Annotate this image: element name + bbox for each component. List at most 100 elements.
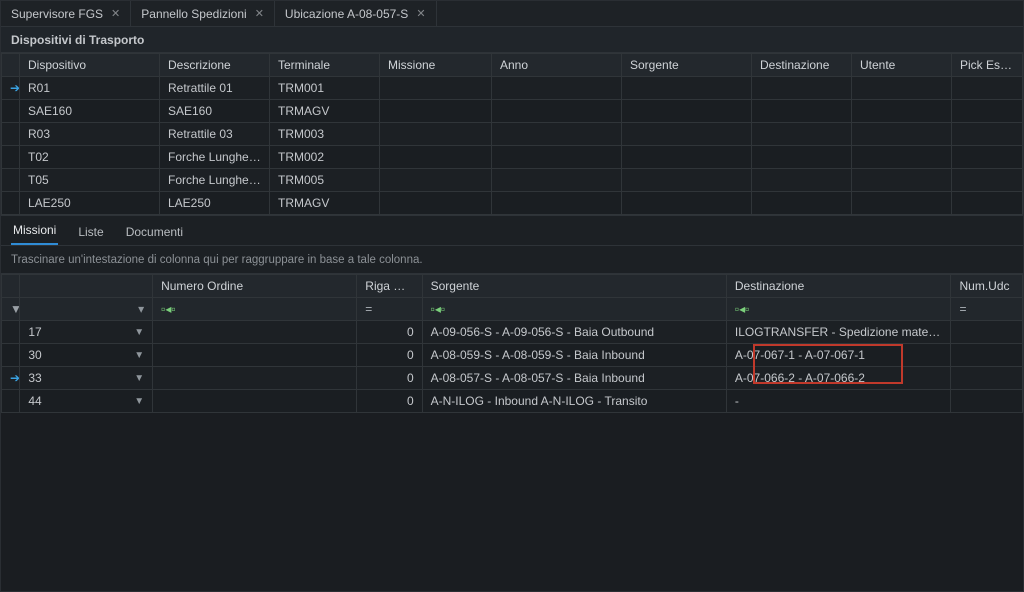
devices-cell: TRM001 — [270, 77, 380, 100]
chevron-down-icon[interactable]: ▼ — [134, 350, 144, 361]
main-tab-1[interactable]: Pannello Spedizioni ✕ — [131, 1, 275, 26]
devices-cell — [952, 100, 1023, 123]
devices-cell — [492, 123, 622, 146]
main-tab-2[interactable]: Ubicazione A-08-057-S ✕ — [275, 1, 437, 26]
filter-numudc-op[interactable]: = — [951, 298, 1023, 321]
devices-cell — [752, 123, 852, 146]
missions-table: Numero OrdineRiga OrdineSorgenteDestinaz… — [1, 274, 1023, 413]
devices-cell — [492, 169, 622, 192]
missions-sorgente: A-08-057-S - A-08-057-S - Baia Inbound — [422, 367, 726, 390]
devices-cell — [492, 192, 622, 215]
row-indicator-header — [2, 275, 20, 298]
devices-cell: Forche Lunghe 05 — [160, 169, 270, 192]
missions-riga: 0 — [357, 321, 422, 344]
missions-col-3[interactable]: Destinazione — [726, 275, 951, 298]
devices-col-2[interactable]: Terminale — [270, 54, 380, 77]
devices-cell — [492, 77, 622, 100]
filter-row: ▼▾▫◂▫=▫◂▫▫◂▫= — [2, 298, 1023, 321]
missions-col-1[interactable]: Riga Ordine — [357, 275, 422, 298]
devices-cell — [622, 100, 752, 123]
chevron-down-icon[interactable]: ▼ — [134, 373, 144, 384]
devices-cell: TRMAGV — [270, 192, 380, 215]
close-icon[interactable]: ✕ — [416, 7, 425, 20]
filter-dest-op[interactable]: ▫◂▫ — [726, 298, 951, 321]
main-tab-label: Ubicazione A-08-057-S — [285, 7, 408, 21]
devices-col-3[interactable]: Missione — [380, 54, 492, 77]
devices-cell: R01 — [20, 77, 160, 100]
missions-sorgente: A-N-ILOG - Inbound A-N-ILOG - Transito — [422, 390, 726, 413]
devices-row[interactable]: ➔R01Retrattile 01TRM001 — [2, 77, 1023, 100]
missions-ordine — [153, 321, 357, 344]
main-tabstrip: Supervisore FGS✕Pannello Spedizioni✕Ubic… — [1, 1, 1023, 27]
subtab-liste[interactable]: Liste — [76, 219, 105, 245]
row-indicator — [2, 146, 20, 169]
devices-col-4[interactable]: Anno — [492, 54, 622, 77]
devices-cell — [380, 169, 492, 192]
missions-riga: 0 — [357, 344, 422, 367]
missions-numudc — [951, 344, 1023, 367]
devices-cell — [952, 146, 1023, 169]
missions-id: 17 — [28, 325, 41, 339]
devices-cell — [752, 169, 852, 192]
devices-col-8[interactable]: Pick Eseguito — [952, 54, 1023, 77]
filter-funnel-icon[interactable]: ▼ — [2, 298, 20, 321]
subtab-documenti[interactable]: Documenti — [124, 219, 185, 245]
devices-table-wrap: DispositivoDescrizioneTerminaleMissioneA… — [1, 53, 1023, 216]
devices-cell — [752, 100, 852, 123]
devices-col-0[interactable]: Dispositivo — [20, 54, 160, 77]
subtab-missioni[interactable]: Missioni — [11, 217, 58, 245]
missions-row[interactable]: 30▼0A-08-059-S - A-08-059-S - Baia Inbou… — [2, 344, 1023, 367]
main-tab-label: Pannello Spedizioni — [141, 7, 246, 21]
missions-row[interactable]: ➔33▼0A-08-057-S - A-08-057-S - Baia Inbo… — [2, 367, 1023, 390]
filter-sorgente-op[interactable]: ▫◂▫ — [422, 298, 726, 321]
missions-row[interactable]: 17▼0A-09-056-S - A-09-056-S - Baia Outbo… — [2, 321, 1023, 344]
close-icon[interactable]: ✕ — [255, 7, 264, 20]
missions-id-cell[interactable]: 30 ▼ — [20, 344, 153, 367]
missions-col-0[interactable]: Numero Ordine — [153, 275, 357, 298]
devices-row[interactable]: T05Forche Lunghe 05TRM005 — [2, 169, 1023, 192]
missions-numudc — [951, 390, 1023, 413]
devices-cell: SAE160 — [160, 100, 270, 123]
devices-cell — [852, 146, 952, 169]
devices-col-7[interactable]: Utente — [852, 54, 952, 77]
devices-row[interactable]: T02Forche Lunghe 02TRM002 — [2, 146, 1023, 169]
devices-col-6[interactable]: Destinazione — [752, 54, 852, 77]
missions-id: 30 — [28, 348, 41, 362]
missions-id-cell[interactable]: 33▼ — [20, 367, 153, 390]
devices-cell — [852, 192, 952, 215]
devices-cell — [622, 192, 752, 215]
missions-id-cell[interactable]: 44▼ — [20, 390, 153, 413]
devices-row[interactable]: R03Retrattile 03TRM003 — [2, 123, 1023, 146]
missions-row[interactable]: 44▼0A-N-ILOG - Inbound A-N-ILOG - Transi… — [2, 390, 1023, 413]
devices-row[interactable]: LAE250LAE250TRMAGV — [2, 192, 1023, 215]
devices-cell — [952, 192, 1023, 215]
devices-cell: SAE160 — [20, 100, 160, 123]
devices-cell: LAE250 — [160, 192, 270, 215]
devices-row[interactable]: SAE160SAE160TRMAGV — [2, 100, 1023, 123]
missions-id-header[interactable] — [20, 275, 153, 298]
chevron-down-icon[interactable]: ▼ — [134, 396, 144, 407]
devices-cell: TRMAGV — [270, 100, 380, 123]
missions-dest: - — [726, 390, 951, 413]
devices-cell — [380, 100, 492, 123]
missions-id-cell[interactable]: 17 ▼ — [20, 321, 153, 344]
filter-id-dropdown[interactable]: ▾ — [20, 298, 153, 321]
devices-cell — [952, 123, 1023, 146]
filter-riga-op[interactable]: = — [357, 298, 422, 321]
missions-col-2[interactable]: Sorgente — [422, 275, 726, 298]
row-indicator — [2, 321, 20, 344]
devices-col-1[interactable]: Descrizione — [160, 54, 270, 77]
devices-col-5[interactable]: Sorgente — [622, 54, 752, 77]
missions-ordine — [153, 390, 357, 413]
devices-cell: T05 — [20, 169, 160, 192]
missions-numudc — [951, 321, 1023, 344]
main-tab-0[interactable]: Supervisore FGS ✕ — [1, 1, 131, 26]
main-tab-label: Supervisore FGS — [11, 7, 103, 21]
devices-cell — [622, 169, 752, 192]
row-indicator: ➔ — [2, 77, 20, 100]
filter-ordine-op[interactable]: ▫◂▫ — [153, 298, 357, 321]
row-indicator — [2, 344, 20, 367]
chevron-down-icon[interactable]: ▼ — [134, 327, 144, 338]
close-icon[interactable]: ✕ — [111, 7, 120, 20]
missions-col-4[interactable]: Num.Udc — [951, 275, 1023, 298]
